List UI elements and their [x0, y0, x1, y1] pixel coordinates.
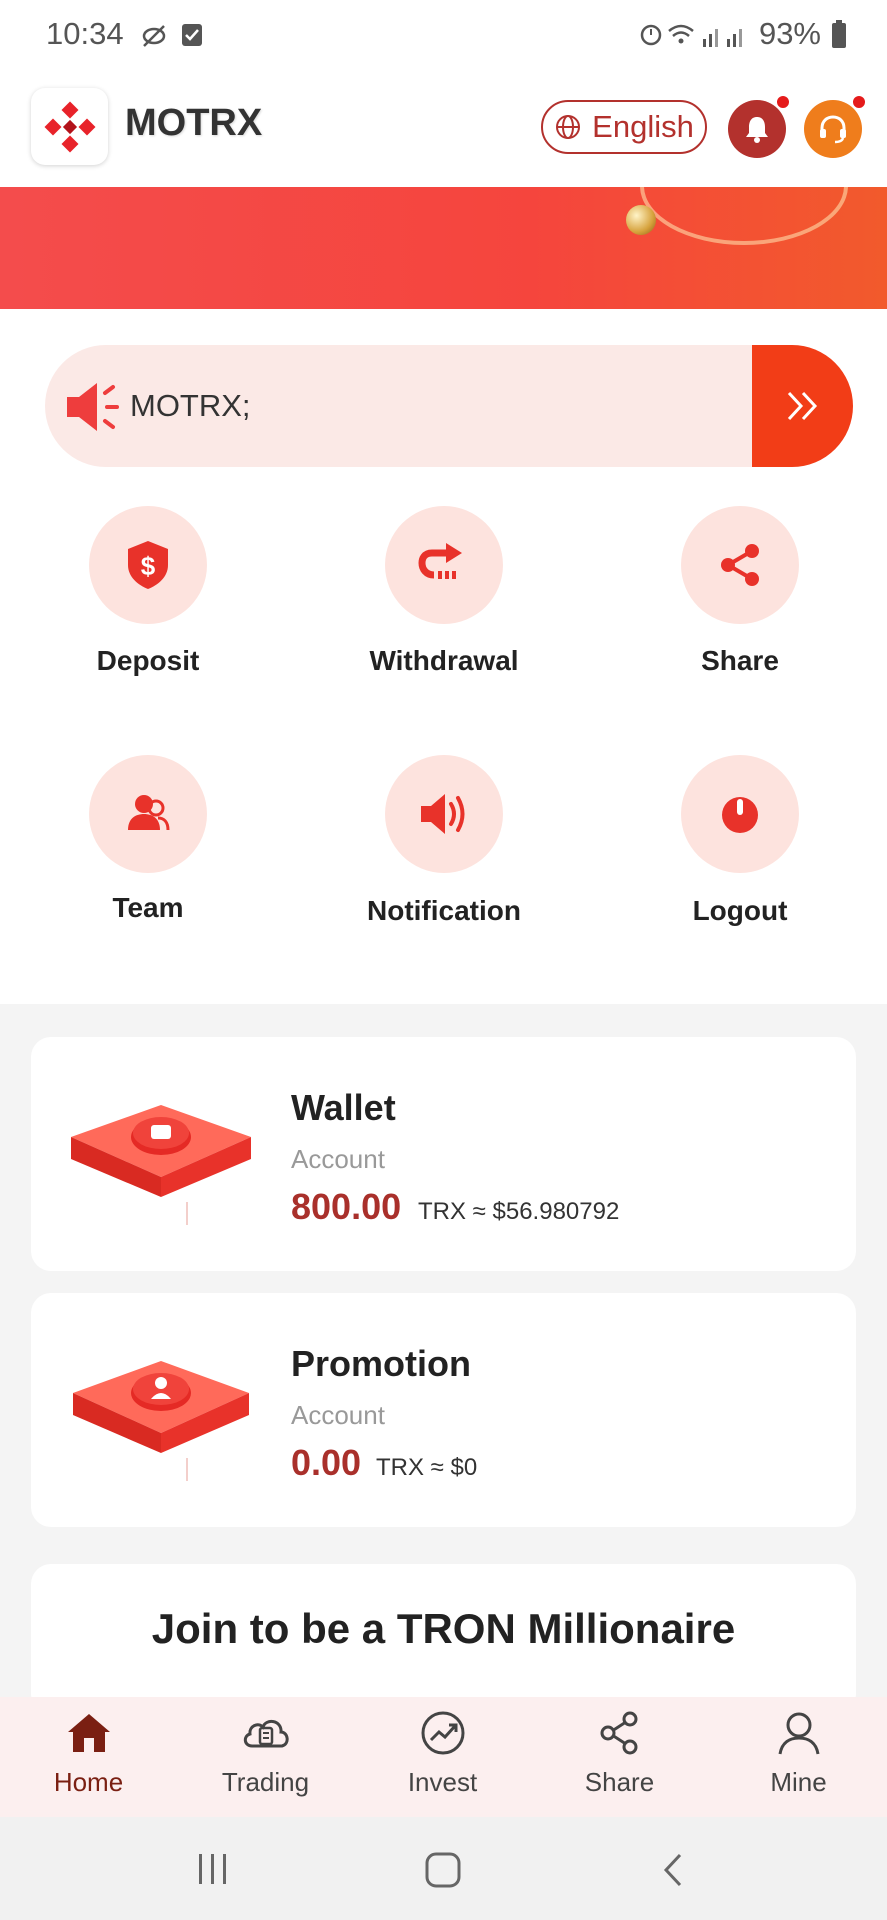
wallet-conversion: TRX ≈ $56.980792: [418, 1198, 620, 1225]
promotion-icon: [73, 1361, 249, 1481]
home-icon: [67, 1714, 110, 1752]
promo-banner[interactable]: [0, 187, 887, 309]
status-right: 93%: [639, 16, 847, 52]
language-button[interactable]: English: [541, 100, 707, 154]
wallet-card[interactable]: Wallet Account 800.00 TRX ≈ $56.980792: [31, 1037, 856, 1271]
logout-label: Logout: [692, 895, 788, 926]
wallet-icon: [71, 1105, 251, 1225]
share-button[interactable]: [681, 506, 799, 624]
status-time: 10:34: [46, 16, 124, 51]
battery-level: 93%: [758, 16, 821, 51]
app-logo: [31, 88, 108, 165]
team-button[interactable]: [89, 755, 207, 873]
promotion-balance: 0.00: [291, 1442, 362, 1483]
deposit-button[interactable]: $: [89, 506, 207, 624]
shield-dollar-icon: $: [128, 541, 168, 589]
promotion-conversion: TRX ≈ $0: [376, 1454, 478, 1481]
megaphone-icon: [67, 383, 119, 431]
support-button[interactable]: [804, 100, 862, 158]
wallet-balance: 800.00: [291, 1186, 402, 1227]
nav-trading[interactable]: Trading: [177, 1710, 354, 1798]
wallet-subtitle: Account: [291, 1144, 385, 1174]
withdraw-arrow-icon: [418, 543, 462, 579]
share-icon: [721, 544, 759, 586]
svg-text:$: $: [141, 551, 156, 581]
nav-home[interactable]: Home: [0, 1710, 177, 1798]
banner-coin: [626, 205, 656, 235]
promotion-title: Promotion: [291, 1343, 471, 1384]
double-chevron-icon: [787, 391, 817, 421]
nav-mine[interactable]: Mine: [710, 1710, 887, 1798]
home-system-button[interactable]: [424, 1851, 462, 1894]
bell-icon: [746, 117, 768, 143]
brand-name: MOTRX: [125, 102, 263, 144]
back-button[interactable]: [660, 1851, 686, 1894]
deposit-label: Deposit: [96, 645, 200, 676]
nav-trading-label: Trading: [221, 1767, 310, 1797]
power-icon: [722, 797, 758, 833]
withdrawal-button[interactable]: [385, 506, 503, 624]
home-system-icon: [425, 1852, 461, 1888]
team-label: Team: [112, 892, 184, 923]
speaker-icon: [421, 794, 465, 834]
nav-invest-label: Invest: [407, 1767, 478, 1797]
share-icon: [600, 1711, 637, 1755]
battery-icon: [832, 20, 846, 48]
support-badge: [851, 94, 867, 110]
logout-button[interactable]: [681, 755, 799, 873]
notification-icons: [140, 20, 204, 55]
nav-share[interactable]: Share: [531, 1710, 708, 1798]
recent-apps-button[interactable]: [195, 1852, 231, 1891]
trading-icon: [243, 1719, 289, 1748]
nav-share-label: Share: [584, 1767, 655, 1797]
announcement-text: MOTRX;: [130, 388, 251, 423]
banner-decoration: [640, 187, 848, 245]
back-chevron-icon: [663, 1853, 682, 1887]
notification-button[interactable]: [385, 755, 503, 873]
promotion-card[interactable]: Promotion Account 0.00 TRX ≈ $0: [31, 1293, 856, 1527]
alarm-wifi-signal-icons: [640, 24, 742, 47]
withdrawal-label: Withdrawal: [369, 645, 519, 676]
invest-icon: [421, 1711, 464, 1755]
team-icon: [128, 795, 170, 831]
notification-label: Notification: [367, 895, 521, 926]
nav-mine-label: Mine: [770, 1767, 827, 1797]
notifications-button[interactable]: [728, 100, 786, 158]
recent-apps-icon: [199, 1854, 226, 1884]
promotion-subtitle: Account: [291, 1400, 385, 1430]
language-label: English: [592, 109, 694, 144]
nav-home-label: Home: [53, 1767, 124, 1797]
share-label: Share: [701, 645, 779, 676]
logo-icon: [44, 101, 95, 152]
wallet-title: Wallet: [291, 1087, 396, 1128]
user-icon: [778, 1712, 819, 1755]
nav-invest[interactable]: Invest: [354, 1710, 531, 1798]
notification-badge: [775, 94, 791, 110]
headset-icon: [820, 115, 846, 144]
globe-icon: [556, 115, 581, 139]
join-title: Join to be a TRON Millionaire: [151, 1605, 736, 1652]
